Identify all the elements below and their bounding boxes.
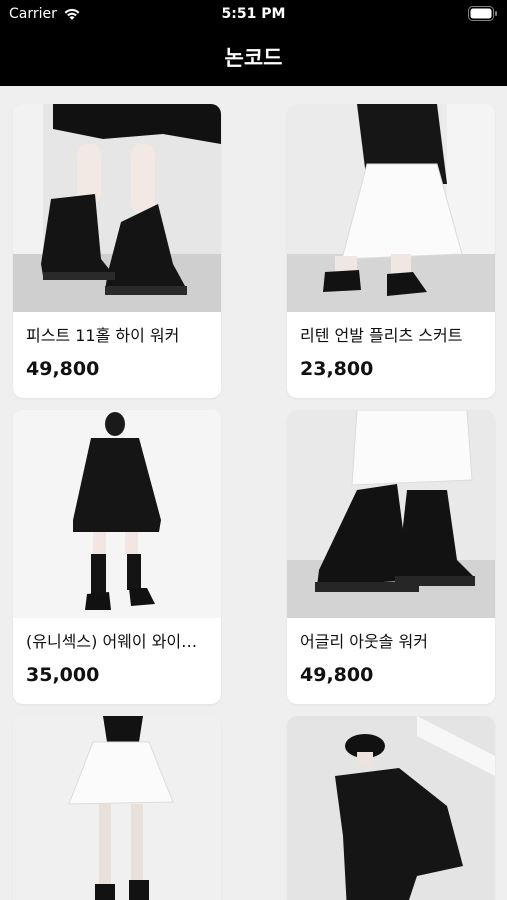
- product-name: 어글리 아웃솔 워커: [300, 632, 428, 651]
- page-title: 논코드: [224, 46, 283, 70]
- navigation-bar: Carrier 5:51 PM 논코드: [0, 0, 507, 86]
- product-card[interactable]: (유니섹스) 어웨이 와이… 35,000: [13, 410, 221, 704]
- product-price: 49,800: [300, 664, 374, 686]
- product-image[interactable]: [287, 410, 495, 618]
- product-price: 49,800: [26, 358, 100, 380]
- product-card[interactable]: [287, 716, 495, 900]
- product-price: 23,800: [300, 358, 374, 380]
- product-price: 35,000: [26, 664, 100, 686]
- clock: 5:51 PM: [221, 6, 286, 22]
- product-image[interactable]: [287, 104, 495, 312]
- product-image[interactable]: [13, 716, 221, 900]
- product-card[interactable]: 피스트 11홀 하이 워커 49,800: [13, 104, 221, 398]
- product-name: 피스트 11홀 하이 워커: [26, 326, 180, 345]
- product-card[interactable]: [13, 716, 221, 900]
- product-name: (유니섹스) 어웨이 와이…: [26, 632, 198, 651]
- battery-icon: [468, 6, 497, 21]
- status-bar: Carrier 5:51 PM: [0, 0, 507, 28]
- product-image[interactable]: [13, 104, 221, 312]
- product-card[interactable]: 어글리 아웃솔 워커 49,800: [287, 410, 495, 704]
- product-image[interactable]: [287, 716, 495, 900]
- product-card[interactable]: 리텐 언발 플리츠 스커트 23,800: [287, 104, 495, 398]
- product-name: 리텐 언발 플리츠 스커트: [300, 326, 463, 345]
- product-image[interactable]: [13, 410, 221, 618]
